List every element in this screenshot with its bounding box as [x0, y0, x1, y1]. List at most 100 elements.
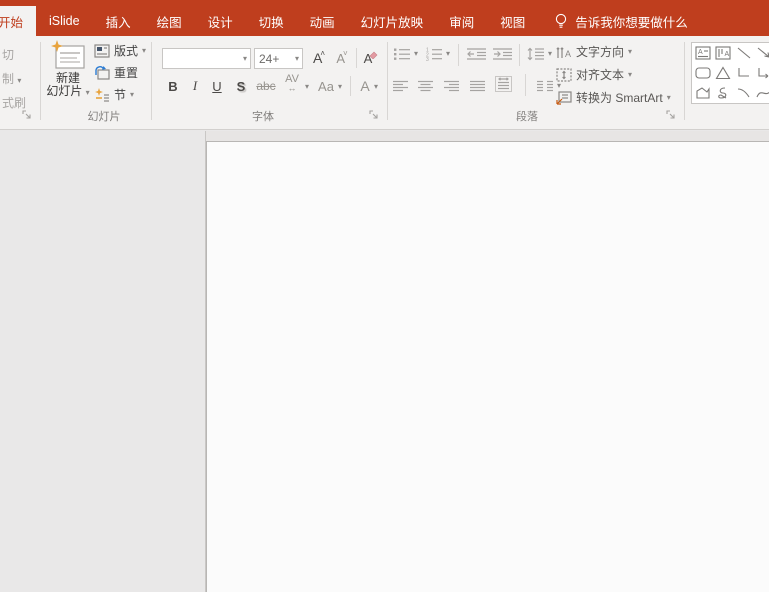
- justify-button[interactable]: [470, 76, 486, 96]
- align-right-button[interactable]: [444, 76, 460, 96]
- change-case-button[interactable]: Aa: [316, 76, 336, 96]
- cut-button[interactable]: 切: [2, 46, 14, 63]
- shape-arc-icon[interactable]: [736, 85, 752, 101]
- eraser-icon: [369, 51, 378, 59]
- section-dropdown-caret: ▾: [130, 89, 135, 99]
- paragraph-dialog-launcher[interactable]: [666, 110, 677, 121]
- bold-button[interactable]: B: [164, 76, 182, 96]
- align-left-button[interactable]: [393, 76, 409, 96]
- increase-indent-button[interactable]: [492, 44, 513, 64]
- tab-review[interactable]: 审阅: [436, 6, 487, 36]
- layout-icon: [94, 43, 110, 58]
- align-right-icon: [444, 80, 459, 92]
- smartart-label: 转换为 SmartArt: [576, 91, 663, 105]
- text-direction-button[interactable]: A 文字方向 ▾: [556, 43, 632, 60]
- shape-arrow-icon[interactable]: [756, 45, 769, 61]
- bullets-button[interactable]: [393, 44, 411, 64]
- font-color-caret[interactable]: ▾: [374, 83, 378, 91]
- decrease-indent-button[interactable]: [466, 44, 487, 64]
- shape-freeform-icon[interactable]: [695, 85, 711, 101]
- shape-scribble-icon[interactable]: [715, 85, 731, 101]
- paragraph-divider: [519, 44, 520, 66]
- shape-triangle-icon[interactable]: [715, 65, 731, 81]
- shape-curve-icon[interactable]: [756, 85, 769, 101]
- font-size-value: 24+: [259, 51, 280, 66]
- font-size-caret: ▾: [294, 53, 299, 63]
- shape-vertical-text-box-icon[interactable]: A: [715, 45, 731, 61]
- paragraph-group-label: 段落: [516, 111, 538, 123]
- text-shadow-button[interactable]: S: [232, 76, 250, 96]
- decrease-indent-icon: [467, 48, 486, 60]
- align-text-icon: [556, 67, 572, 82]
- group-divider: [151, 42, 152, 120]
- underline-button[interactable]: U: [208, 76, 226, 96]
- tab-islide[interactable]: iSlide: [36, 6, 93, 36]
- tab-animations[interactable]: 动画: [297, 6, 348, 36]
- change-case-caret[interactable]: ▾: [338, 83, 342, 91]
- shape-elbow-arrow-connector-icon[interactable]: [756, 65, 769, 81]
- shrink-font-button[interactable]: A ˅: [332, 48, 352, 68]
- svg-text:3: 3: [426, 57, 429, 61]
- numbering-caret[interactable]: ▾: [446, 50, 450, 58]
- align-center-icon: [418, 80, 433, 92]
- svg-text:A: A: [565, 49, 571, 59]
- font-group-label: 字体: [252, 111, 274, 123]
- bullets-caret[interactable]: ▾: [414, 50, 418, 58]
- smartart-caret: ▾: [666, 92, 671, 102]
- shape-elbow-connector-icon[interactable]: [736, 65, 752, 81]
- distribute-text-button[interactable]: [495, 74, 512, 94]
- convert-smartart-button[interactable]: 转换为 SmartArt ▾: [556, 89, 671, 106]
- tab-home[interactable]: 开始: [0, 6, 37, 36]
- section-button[interactable]: 节 ▾: [94, 86, 134, 103]
- font-dialog-launcher[interactable]: [369, 110, 380, 121]
- align-text-button[interactable]: 对齐文本 ▾: [556, 66, 632, 83]
- numbering-button[interactable]: 123: [425, 44, 443, 64]
- align-center-button[interactable]: [418, 76, 434, 96]
- shape-rounded-rectangle-icon[interactable]: [695, 65, 711, 81]
- tab-draw[interactable]: 绘图: [144, 6, 195, 36]
- slide-editing-area: [206, 131, 769, 592]
- slides-group-label: 幻灯片: [87, 111, 121, 123]
- tab-slideshow[interactable]: 幻灯片放映: [348, 6, 437, 36]
- italic-button[interactable]: I: [187, 76, 203, 96]
- group-divider: [40, 42, 41, 120]
- character-spacing-button[interactable]: AV ↔: [281, 74, 303, 94]
- copy-button[interactable]: 制 ▾: [2, 70, 21, 87]
- tab-transitions[interactable]: 切换: [246, 6, 297, 36]
- reset-icon: [95, 65, 110, 80]
- slide-thumbnail-pane[interactable]: [0, 131, 205, 592]
- group-divider: [387, 42, 388, 120]
- shape-line-icon[interactable]: [736, 45, 752, 61]
- tab-insert[interactable]: 插入: [93, 6, 144, 36]
- numbering-icon: 123: [426, 48, 442, 61]
- line-spacing-caret[interactable]: ▾: [548, 50, 552, 58]
- grow-font-button[interactable]: A ˄: [309, 48, 329, 68]
- svg-text:A: A: [725, 51, 730, 58]
- line-spacing-button[interactable]: [527, 44, 545, 64]
- new-slide-button[interactable]: 新建 幻灯片 ▾: [42, 40, 94, 98]
- format-painter-button[interactable]: 式刷: [2, 94, 26, 111]
- tab-view[interactable]: 视图: [487, 6, 538, 36]
- strikethrough-button[interactable]: abc: [254, 76, 278, 96]
- new-slide-label-2: 幻灯片 ▾: [46, 84, 90, 98]
- char-spacing-caret[interactable]: ▾: [305, 83, 309, 91]
- clipboard-dialog-launcher[interactable]: [22, 110, 33, 121]
- columns-button[interactable]: [537, 76, 553, 96]
- tab-design[interactable]: 设计: [195, 6, 246, 36]
- tell-me-box[interactable]: 告诉我你想要做什么: [554, 6, 688, 36]
- layout-button[interactable]: 版式 ▾: [94, 42, 146, 59]
- font-name-combobox[interactable]: ▾: [162, 48, 251, 69]
- tell-me-label: 告诉我你想要做什么: [575, 15, 688, 30]
- section-label: 节: [114, 88, 127, 102]
- line-spacing-icon: [527, 47, 544, 61]
- font-size-combobox[interactable]: 24+ ▾: [254, 48, 303, 69]
- clear-formatting-button[interactable]: A: [360, 48, 382, 68]
- align-text-caret: ▾: [628, 69, 633, 79]
- text-direction-label: 文字方向: [576, 45, 625, 59]
- shape-horizontal-text-box-icon[interactable]: A: [695, 45, 711, 61]
- font-color-button[interactable]: A: [356, 76, 374, 96]
- reset-button[interactable]: 重置: [94, 64, 138, 81]
- slide-canvas[interactable]: [206, 141, 769, 592]
- ribbon: 切 制 ▾ 式刷 新建 幻灯片 ▾ 版式 ▾ 重置 节 ▾ 幻灯片 ▾ 24+ …: [0, 36, 769, 130]
- copy-dropdown-caret: ▾: [17, 76, 22, 85]
